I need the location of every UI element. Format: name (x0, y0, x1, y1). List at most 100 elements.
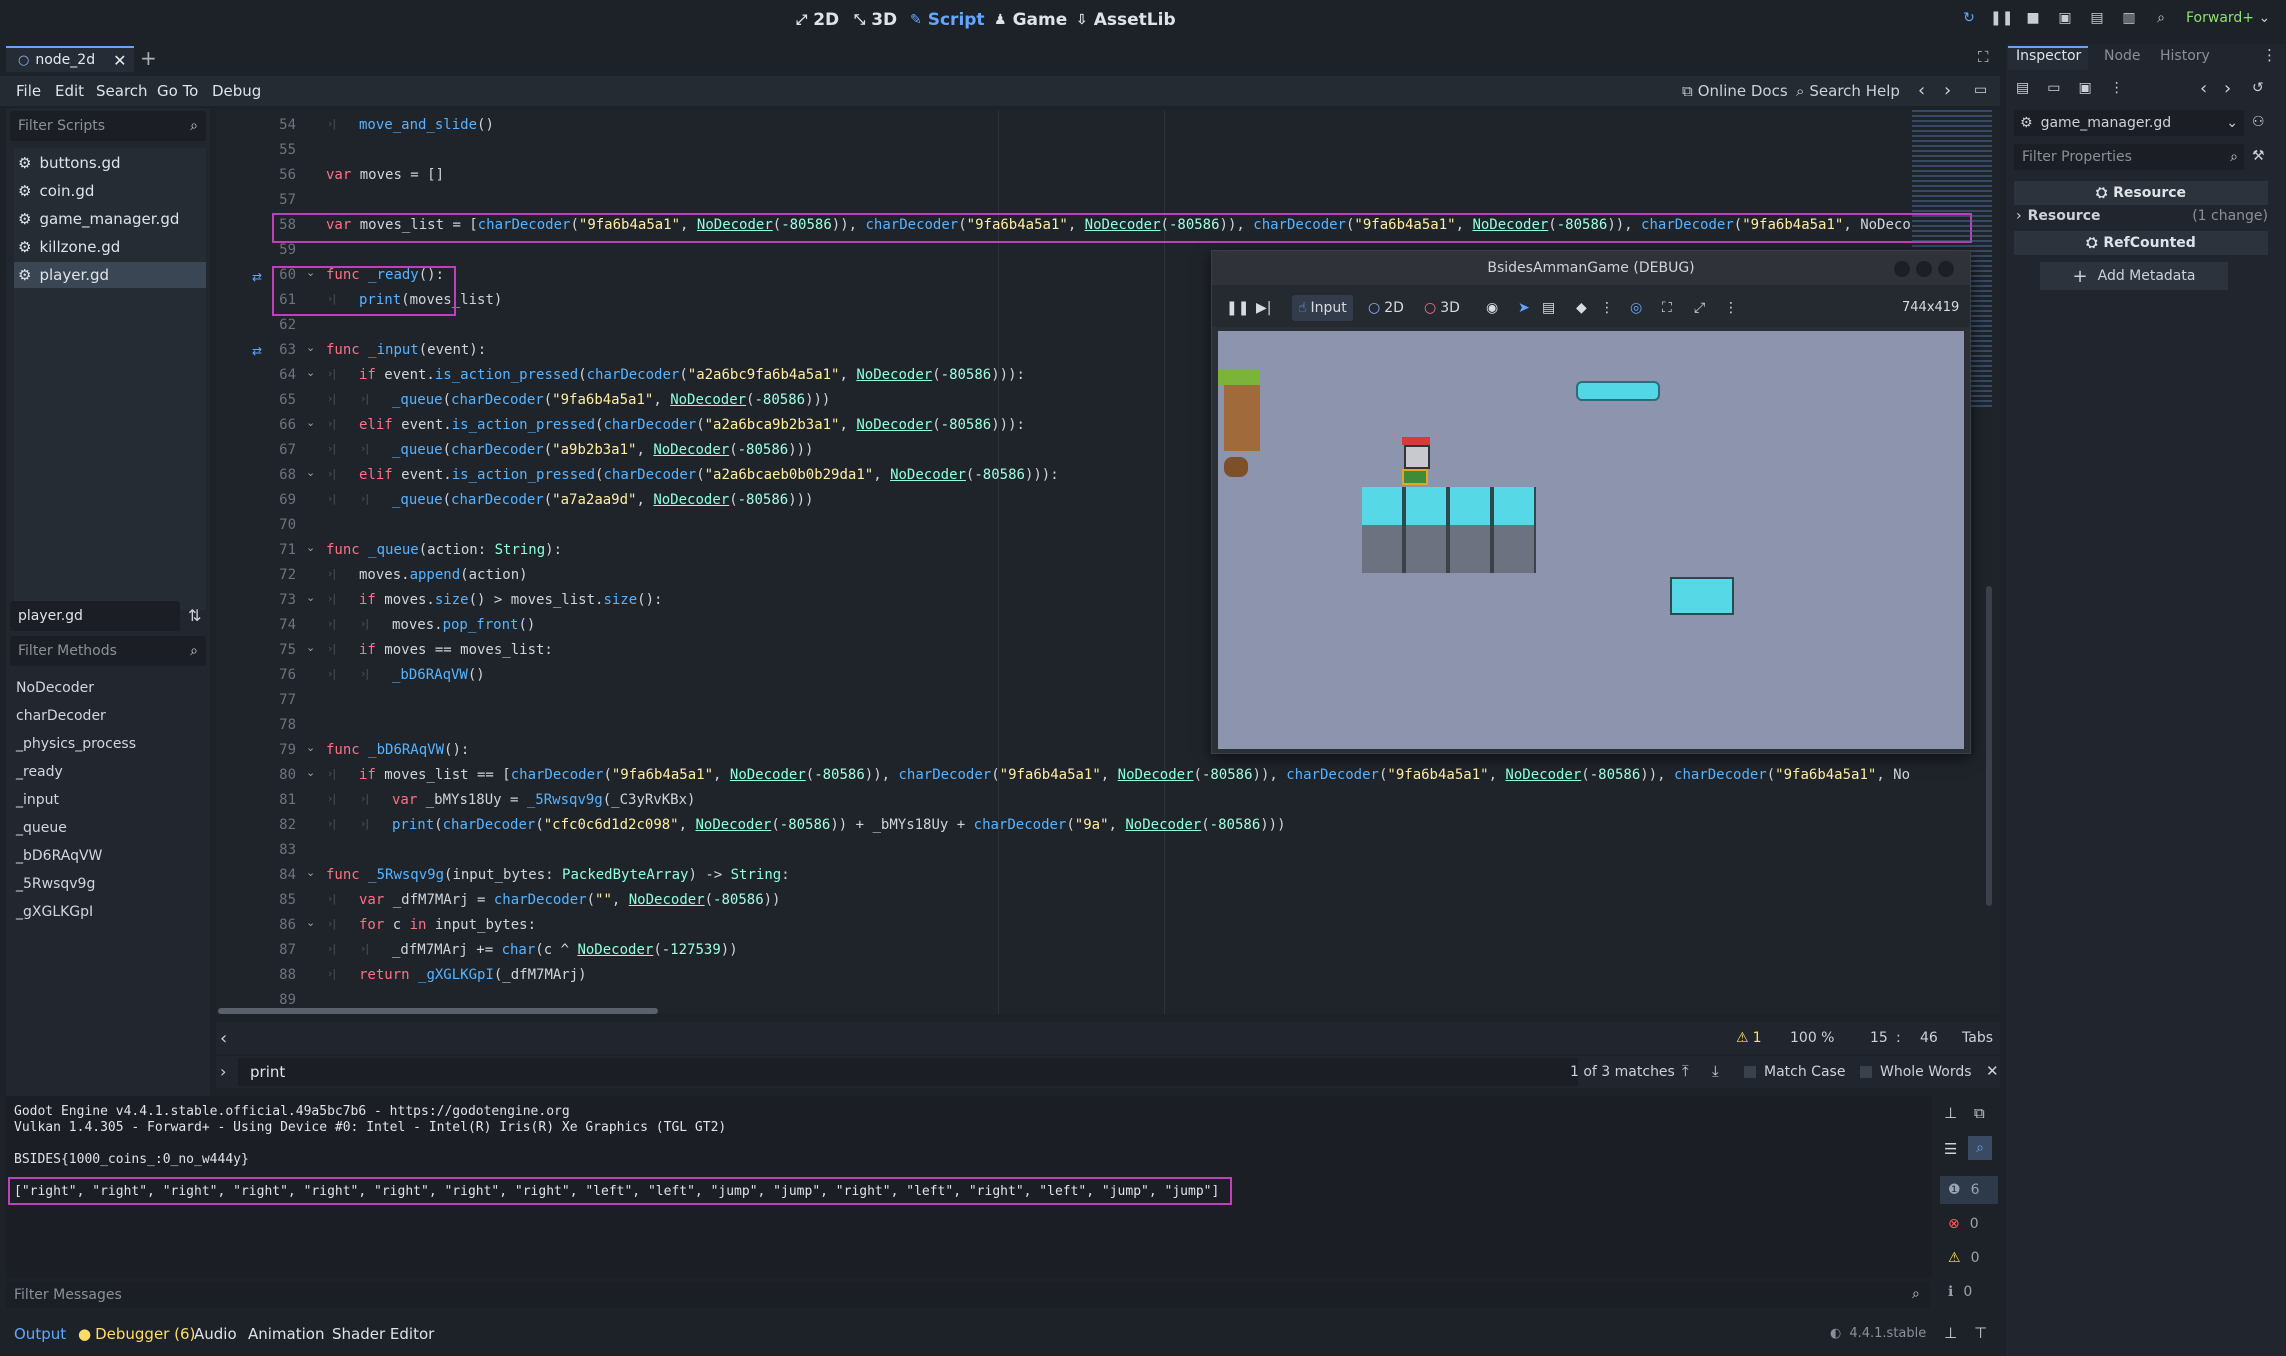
filter-methods-input[interactable]: Filter Methods ⌕ (10, 636, 206, 666)
resource-selector[interactable]: ⚙ game_manager.gd ⌄ (2014, 110, 2244, 136)
section-refcounted[interactable]: ⛭ RefCounted (2014, 231, 2268, 255)
find-input[interactable]: print (238, 1058, 1578, 1086)
code-line[interactable]: _queue(charDecoder("9fa6b4a5a1", NoDecod… (392, 392, 830, 408)
code-line[interactable]: var _dfM7MArj = charDecoder("", NoDecode… (359, 892, 780, 908)
history-forward-icon[interactable]: › (2224, 78, 2231, 99)
renderer-select[interactable]: Forward+ ⌄ (2186, 10, 2270, 26)
code-line[interactable]: _queue(charDecoder("a9b2b3a1", NoDecoder… (392, 442, 814, 458)
fold-arrow-icon[interactable]: ⌄ (306, 866, 315, 879)
close-icon[interactable]: ✕ (113, 51, 126, 70)
maximize-icon[interactable] (1916, 261, 1932, 277)
open-folder-icon[interactable]: ▭ (2047, 80, 2060, 96)
method-item[interactable]: _physics_process (16, 736, 136, 752)
remote-debug-icon[interactable]: ▣ (2054, 10, 2076, 32)
fold-arrow-icon[interactable]: ⌄ (306, 741, 315, 754)
new-resource-icon[interactable]: ▤ (2016, 80, 2029, 96)
code-line[interactable]: elif event.is_action_pressed(charDecoder… (359, 417, 1025, 433)
tab-shader-editor[interactable]: Shader Editor (332, 1325, 434, 1343)
history-back-icon[interactable]: ‹ (2200, 78, 2207, 99)
mode-script-button[interactable]: ✎ Script (910, 6, 985, 34)
code-line[interactable]: func _5Rwsqv9g(input_bytes: PackedByteAr… (326, 867, 790, 883)
zoom-level[interactable]: 100 % (1790, 1030, 1834, 1046)
method-item[interactable]: NoDecoder (16, 680, 94, 696)
mode-2d-button[interactable]: ⤢ 2D (796, 6, 839, 34)
code-line[interactable]: if moves == moves_list: (359, 642, 553, 658)
play-custom-icon[interactable]: ▥ (2118, 10, 2140, 32)
resource-property-row[interactable]: › Resource (1 change) (2016, 208, 2268, 224)
code-line[interactable]: _queue(charDecoder("a7a2aa9d", NoDecoder… (392, 492, 814, 508)
code-line[interactable]: move_and_slide() (359, 117, 494, 133)
search-help-link[interactable]: ⌕ Search Help (1796, 82, 1900, 100)
mode-assetlib-button[interactable]: ⇩ AssetLib (1076, 6, 1176, 34)
search-scene-icon[interactable]: ⌕ (2150, 10, 2172, 32)
expand-panel-icon[interactable]: ⊤ (1974, 1324, 1987, 1342)
filter-properties-input[interactable]: Filter Properties ⌕ (2014, 144, 2244, 170)
sort-icon[interactable]: ⇅ (188, 606, 201, 625)
code-line[interactable]: func _queue(action: String): (326, 542, 562, 558)
save-icon[interactable]: ▣ (2078, 80, 2091, 96)
mode-3d-button[interactable]: ⤡ 3D (854, 6, 897, 34)
connection-icon[interactable]: ⇄ (252, 344, 262, 358)
tab-output[interactable]: Output (14, 1325, 66, 1343)
code-line[interactable]: if moves.size() > moves_list.size(): (359, 592, 662, 608)
fold-arrow-icon[interactable]: ⌄ (306, 916, 315, 929)
collapse-icon[interactable]: ‹ (220, 1028, 227, 1049)
stop-icon[interactable]: ■ (2022, 10, 2044, 32)
3d-mode-button[interactable]: ○ 3D (1424, 300, 1460, 316)
more-icon[interactable]: ⋮ (2262, 46, 2277, 64)
method-item[interactable]: _queue (16, 820, 67, 836)
script-item-player[interactable]: ⚙ player.gd (14, 262, 206, 288)
tab-debugger[interactable]: ● Debugger (6) (78, 1325, 195, 1343)
method-item[interactable]: _ready (16, 764, 63, 780)
editor-count[interactable]: ℹ0 (1940, 1278, 1998, 1306)
more-icon[interactable]: ⋮ (1600, 300, 1614, 316)
camera-icon[interactable]: ◆ (1576, 300, 1587, 316)
connection-icon[interactable]: ⇄ (252, 270, 262, 284)
match-case-checkbox[interactable]: Match Case (1744, 1064, 1845, 1080)
warnings-count[interactable]: ⚠ 1 (1736, 1030, 1761, 1046)
pause-icon[interactable]: ❚❚ (1226, 300, 1249, 316)
tab-inspector[interactable]: Inspector (2016, 48, 2081, 64)
tab-animation[interactable]: Animation (248, 1325, 324, 1343)
input-mode-button[interactable]: ☝ Input (1292, 295, 1353, 321)
error-count[interactable]: ⊗ 0 (1940, 1210, 1998, 1238)
menu-file[interactable]: File (16, 82, 41, 100)
next-frame-icon[interactable]: ▶| (1256, 300, 1271, 316)
close-icon[interactable]: ✕ (1986, 1062, 1999, 1080)
code-line[interactable]: _dfM7MArj += char(c ^ NoDecoder(-127539)… (392, 942, 738, 958)
history-forward-icon[interactable]: › (1944, 80, 1951, 101)
pause-icon[interactable]: ❚❚ (1990, 10, 2013, 32)
warning-count[interactable]: ⚠ 0 (1940, 1244, 1998, 1272)
collapse-icon[interactable]: ☰ (1944, 1140, 1957, 1158)
tab-node[interactable]: Node (2104, 48, 2141, 64)
section-resource[interactable]: ⛭ Resource (2014, 181, 2268, 205)
tab-audio[interactable]: Audio (194, 1325, 237, 1343)
fold-arrow-icon[interactable]: ⌄ (306, 416, 315, 429)
next-match-icon[interactable]: ⤓ (1712, 1062, 1719, 1080)
filter-scripts-input[interactable]: Filter Scripts ⌕ (10, 111, 206, 141)
tools-icon[interactable]: ⚒ (2252, 148, 2265, 164)
fold-arrow-icon[interactable]: ⌄ (306, 466, 315, 479)
log-count[interactable]: ❶6 (1940, 1176, 1998, 1204)
script-item-killzone[interactable]: ⚙ killzone.gd (14, 234, 206, 260)
reload-icon[interactable]: ↻ (1958, 10, 1980, 32)
object-history-icon[interactable]: ↺ (2252, 80, 2264, 96)
fullscreen-icon[interactable]: ⤢ (1694, 300, 1705, 316)
method-item[interactable]: _input (16, 792, 59, 808)
2d-mode-button[interactable]: ○ 2D (1368, 300, 1404, 316)
code-line[interactable]: moves.append(action) (359, 567, 528, 583)
distraction-free-icon[interactable]: ⛶ (1978, 48, 1989, 66)
game-viewport[interactable] (1218, 331, 1964, 749)
vertical-scrollbar[interactable] (1986, 586, 1992, 906)
code-line[interactable]: return _gXGLKGpI(_dfM7MArj) (359, 967, 587, 983)
eye-icon[interactable]: ◉ (1486, 300, 1498, 316)
list-icon[interactable]: ▤ (1542, 300, 1555, 316)
code-line[interactable]: var moves = [] (326, 167, 444, 183)
game-debug-window[interactable]: BsidesAmmanGame (DEBUG) ❚❚ ▶| ☝ Input ○ 2D… (1211, 250, 1971, 754)
filter-messages-input[interactable]: Filter Messages (6, 1282, 1930, 1308)
indent-mode[interactable]: Tabs (1962, 1030, 1993, 1046)
add-tab-icon[interactable]: + (140, 46, 157, 70)
menu-edit[interactable]: Edit (55, 82, 84, 100)
fold-arrow-icon[interactable]: ⌄ (306, 341, 315, 354)
code-line[interactable]: func _input(event): (326, 342, 486, 358)
